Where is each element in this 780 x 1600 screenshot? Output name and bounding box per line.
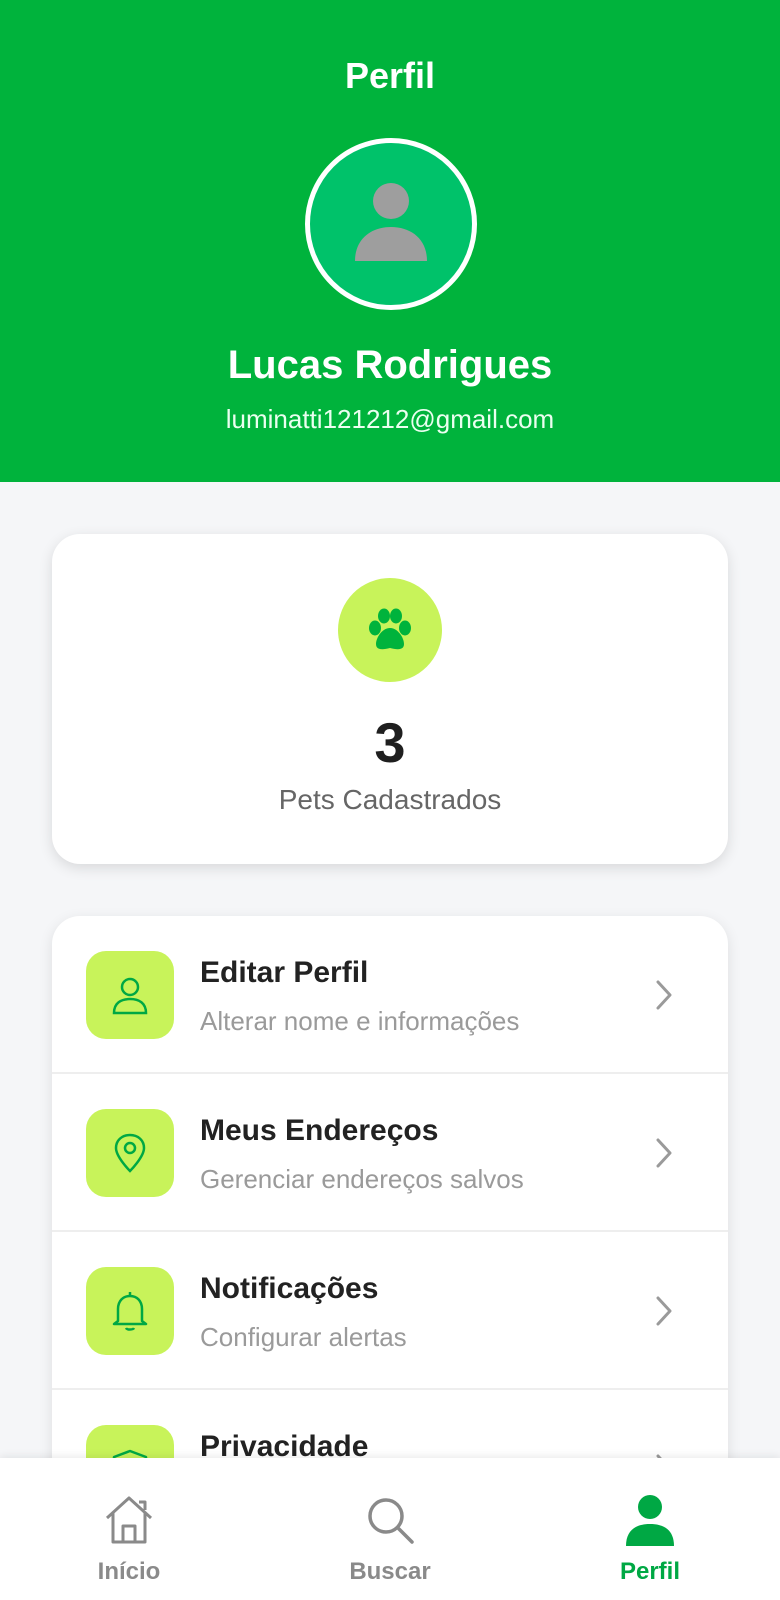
- menu-item-title: Editar Perfil: [200, 956, 369, 989]
- search-icon: [368, 1498, 414, 1544]
- bottom-navigation: Início Buscar Perfil: [0, 1458, 780, 1600]
- menu-item-addresses[interactable]: Meus Endereços Gerenciar endereços salvo…: [52, 1074, 728, 1232]
- bell-icon: [112, 1292, 148, 1331]
- menu-icon-badge: [86, 951, 174, 1039]
- menu-item-edit-profile[interactable]: Editar Perfil Alterar nome e informações: [52, 916, 728, 1074]
- user-email: luminatti121212@gmail.com: [225, 404, 555, 434]
- menu-item-subtitle: Configurar alertas: [200, 1322, 407, 1352]
- menu-icon-badge: [86, 1109, 174, 1197]
- nav-label: Perfil: [619, 1558, 681, 1585]
- pets-count: 3: [374, 711, 406, 774]
- menu-item-subtitle: Gerenciar endereços salvos: [200, 1164, 524, 1194]
- user-name: Lucas Rodrigues: [227, 343, 553, 387]
- nav-label: Buscar: [349, 1558, 431, 1585]
- home-icon: [105, 1496, 153, 1544]
- page-title: Perfil: [344, 55, 436, 96]
- settings-menu: Editar Perfil Alterar nome e informações…: [52, 916, 728, 1516]
- chevron-right-icon: [656, 1296, 672, 1326]
- person-silhouette-icon: [355, 183, 427, 261]
- avatar[interactable]: [305, 138, 477, 310]
- menu-icon-badge: [86, 1267, 174, 1355]
- person-icon: [626, 1495, 674, 1546]
- menu-item-title: Meus Endereços: [200, 1114, 439, 1147]
- nav-tab-search[interactable]: Buscar: [290, 1458, 490, 1600]
- profile-header: Perfil Lucas Rodrigues luminatti121212@g…: [0, 0, 780, 482]
- nav-label: Início: [97, 1558, 161, 1585]
- nav-tab-profile[interactable]: Perfil: [550, 1458, 750, 1600]
- chevron-right-icon: [656, 980, 672, 1010]
- pets-count-label: Pets Cadastrados: [278, 784, 502, 815]
- menu-item-title: Notificações: [200, 1272, 379, 1305]
- nav-tab-home[interactable]: Início: [29, 1458, 229, 1600]
- pets-stats-card: 3 Pets Cadastrados: [52, 534, 728, 864]
- location-pin-icon: [114, 1133, 146, 1173]
- user-icon: [112, 977, 148, 1015]
- paw-badge: [338, 578, 442, 682]
- paw-icon: [369, 608, 411, 650]
- menu-item-notifications[interactable]: Notificações Configurar alertas: [52, 1232, 728, 1390]
- chevron-right-icon: [656, 1138, 672, 1168]
- menu-item-subtitle: Alterar nome e informações: [200, 1006, 520, 1036]
